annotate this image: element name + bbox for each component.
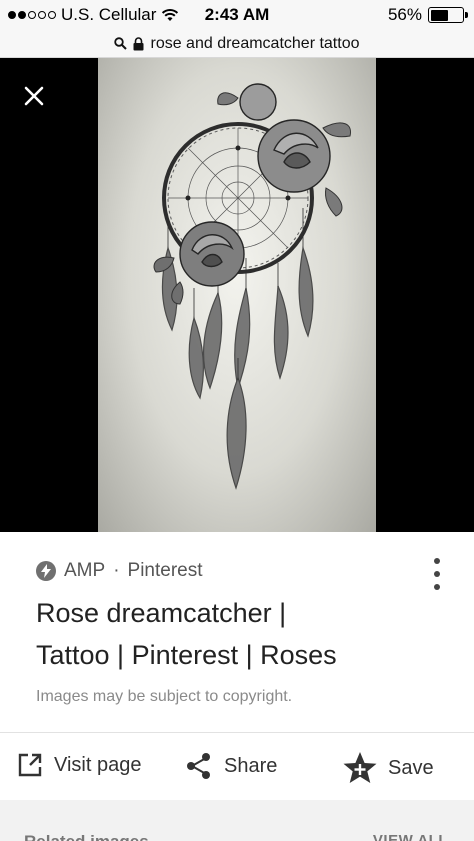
tattoo-image[interactable] bbox=[98, 58, 376, 532]
result-title-line-2: Tattoo | Pinterest | Roses bbox=[36, 640, 337, 670]
related-images-title: Related images bbox=[24, 832, 149, 841]
amp-badge: AMP bbox=[64, 560, 106, 581]
share-label: Share bbox=[224, 754, 278, 777]
result-card: AMP · Pinterest Rose dreamcatcher | Tatt… bbox=[0, 532, 474, 800]
rose-dreamcatcher-illustration bbox=[153, 83, 352, 490]
copyright-note: Images may be subject to copyright. bbox=[36, 688, 293, 705]
status-bar: U.S. Cellular 2:43 AM 56% bbox=[0, 0, 474, 30]
save-button[interactable]: Save bbox=[342, 751, 434, 785]
open-external-icon bbox=[18, 753, 42, 777]
visit-page-button[interactable]: Visit page bbox=[16, 751, 141, 779]
more-dot bbox=[434, 584, 440, 590]
url-bar[interactable]: rose and dreamcatcher tattoo bbox=[0, 30, 474, 58]
battery-level bbox=[430, 9, 448, 21]
battery-percent: 56% bbox=[387, 5, 422, 24]
amp-lightning-icon bbox=[36, 561, 56, 581]
share-icon bbox=[187, 753, 210, 779]
source-row[interactable]: AMP · Pinterest bbox=[36, 560, 203, 582]
result-title[interactable]: Rose dreamcatcher | Tattoo | Pinterest |… bbox=[36, 592, 436, 676]
close-button[interactable] bbox=[18, 80, 50, 112]
source-name: Pinterest bbox=[127, 560, 203, 581]
status-right: 56% bbox=[387, 5, 468, 25]
search-icon bbox=[114, 37, 128, 50]
source-separator: · bbox=[113, 560, 120, 581]
visit-page-label: Visit page bbox=[54, 753, 142, 776]
more-dot bbox=[434, 571, 440, 577]
image-viewer bbox=[0, 58, 474, 532]
image-result-page: U.S. Cellular 2:43 AM 56% rose and dream bbox=[0, 0, 474, 841]
close-icon bbox=[24, 86, 44, 106]
more-dot bbox=[434, 558, 440, 564]
lock-icon bbox=[133, 36, 144, 50]
view-all-link[interactable]: VIEW ALL bbox=[373, 832, 448, 841]
result-title-line-1: Rose dreamcatcher | bbox=[36, 598, 287, 628]
battery-cap bbox=[465, 12, 468, 18]
more-options-button[interactable] bbox=[426, 556, 448, 592]
share-button[interactable]: Share bbox=[184, 751, 277, 781]
save-label: Save bbox=[388, 756, 434, 779]
star-plus-icon bbox=[343, 752, 377, 783]
battery-icon bbox=[428, 7, 468, 23]
url-query: rose and dreamcatcher tattoo bbox=[150, 34, 360, 52]
action-bar: Visit page Share Save bbox=[0, 733, 474, 799]
related-images-section: Related images VIEW ALL bbox=[0, 800, 474, 841]
